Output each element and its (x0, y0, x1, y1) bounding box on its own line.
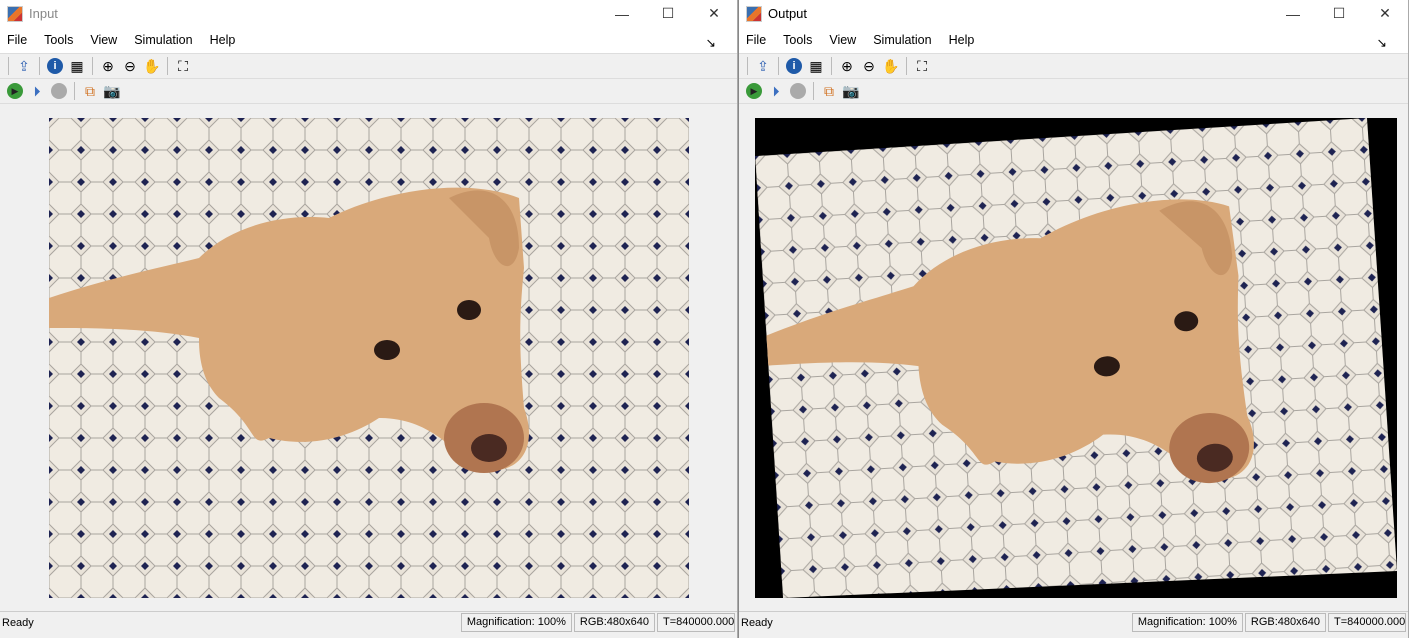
zoom-out-icon[interactable]: ⊖ (119, 56, 141, 76)
minimize-button[interactable]: — (599, 0, 645, 27)
simulation-toolbar: ▶ ⏵ ⧉ 📷 (739, 79, 1408, 104)
dock-icon[interactable]: ↘ (1377, 35, 1387, 50)
maximize-button[interactable]: ☐ (1316, 0, 1362, 27)
image-display-area (739, 107, 1408, 609)
matlab-logo-icon (7, 5, 23, 22)
title-bar: Input — ☐ ✕ (0, 0, 737, 27)
menu-bar: File Tools View Simulation Help ↘ (0, 27, 737, 54)
toolbar: ⇪ i ▦ ⊕ ⊖ ✋ ⛶ (0, 54, 737, 79)
window-title: Input (29, 6, 58, 21)
run-icon[interactable]: ▶ (743, 81, 765, 101)
simulation-toolbar: ▶ ⏵ ⧉ 📷 (0, 79, 737, 104)
minimize-button[interactable]: — (1270, 0, 1316, 27)
zoom-in-icon[interactable]: ⊕ (97, 56, 119, 76)
matlab-logo-icon (746, 5, 762, 22)
status-ready: Ready (741, 616, 773, 629)
snapshot-camera-icon[interactable]: 📷 (840, 81, 862, 101)
pixel-region-icon[interactable]: ▦ (66, 56, 88, 76)
stop-icon[interactable] (48, 81, 70, 101)
menu-file[interactable]: File (746, 33, 766, 47)
status-bar: Ready Magnification: 100% RGB:480x640 T=… (739, 611, 1408, 633)
status-time: T=840000.000 (657, 613, 735, 632)
menu-help[interactable]: Help (949, 33, 975, 47)
export-icon[interactable]: ⇪ (13, 56, 35, 76)
input-image (49, 118, 689, 598)
menu-tools[interactable]: Tools (783, 33, 812, 47)
title-bar: Output — ☐ ✕ (739, 0, 1408, 27)
menu-view[interactable]: View (829, 33, 856, 47)
image-display-area (0, 107, 737, 609)
step-forward-icon[interactable]: ⏵ (26, 81, 48, 101)
status-rgb: RGB:480x640 (573, 613, 655, 632)
info-icon[interactable]: i (783, 56, 805, 76)
info-icon[interactable]: i (44, 56, 66, 76)
stop-icon[interactable] (787, 81, 809, 101)
menu-simulation[interactable]: Simulation (134, 33, 192, 47)
fit-to-window-icon[interactable]: ⛶ (911, 56, 933, 76)
status-ready: Ready (2, 616, 34, 629)
zoom-out-icon[interactable]: ⊖ (858, 56, 880, 76)
menu-simulation[interactable]: Simulation (873, 33, 931, 47)
highlight-model-icon[interactable]: ⧉ (79, 81, 101, 101)
fit-to-window-icon[interactable]: ⛶ (172, 56, 194, 76)
pixel-region-icon[interactable]: ▦ (805, 56, 827, 76)
menu-tools[interactable]: Tools (44, 33, 73, 47)
status-magnification: Magnification: 100% (460, 613, 572, 632)
highlight-model-icon[interactable]: ⧉ (818, 81, 840, 101)
status-time: T=840000.000 (1328, 613, 1406, 632)
run-icon[interactable]: ▶ (4, 81, 26, 101)
step-forward-icon[interactable]: ⏵ (765, 81, 787, 101)
pan-hand-icon[interactable]: ✋ (141, 56, 163, 76)
menu-file[interactable]: File (7, 33, 27, 47)
status-rgb: RGB:480x640 (1244, 613, 1326, 632)
export-icon[interactable]: ⇪ (752, 56, 774, 76)
menu-view[interactable]: View (90, 33, 117, 47)
input-window: Input — ☐ ✕ File Tools View Simulation H… (0, 0, 738, 638)
menu-help[interactable]: Help (210, 33, 236, 47)
zoom-in-icon[interactable]: ⊕ (836, 56, 858, 76)
maximize-button[interactable]: ☐ (645, 0, 691, 27)
output-image (755, 118, 1397, 598)
status-magnification: Magnification: 100% (1131, 613, 1243, 632)
status-bar: Ready Magnification: 100% RGB:480x640 T=… (0, 611, 737, 633)
close-button[interactable]: ✕ (1362, 0, 1408, 27)
close-button[interactable]: ✕ (691, 0, 737, 27)
toolbar: ⇪ i ▦ ⊕ ⊖ ✋ ⛶ (739, 54, 1408, 79)
output-window: Output — ☐ ✕ File Tools View Simulation … (738, 0, 1409, 638)
snapshot-camera-icon[interactable]: 📷 (101, 81, 123, 101)
pan-hand-icon[interactable]: ✋ (880, 56, 902, 76)
dock-icon[interactable]: ↘ (706, 35, 716, 50)
menu-bar: File Tools View Simulation Help ↘ (739, 27, 1408, 54)
window-title: Output (768, 6, 808, 21)
